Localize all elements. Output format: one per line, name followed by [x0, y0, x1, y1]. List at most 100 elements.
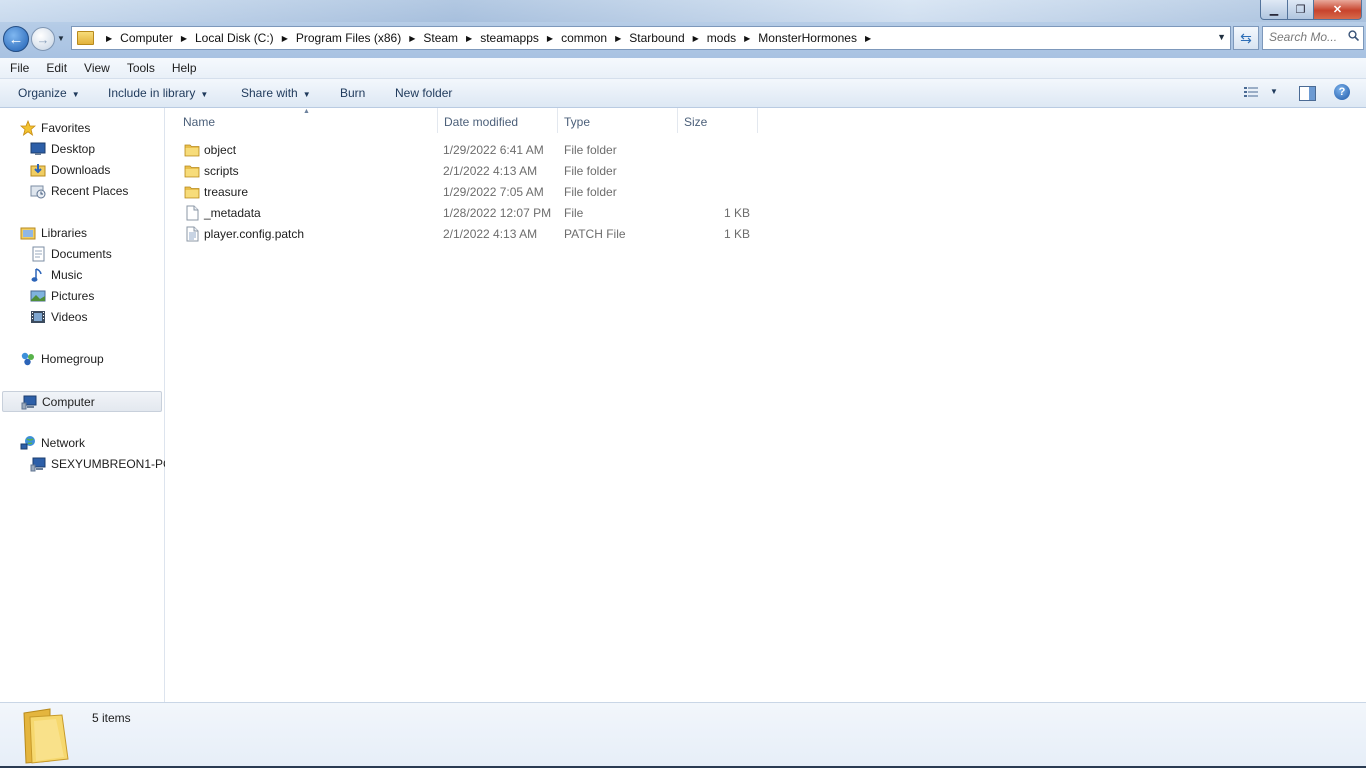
file-type: File folder [564, 185, 617, 199]
minimize-button[interactable]: ▁ [1260, 0, 1288, 20]
column-header-name[interactable]: Name [183, 115, 215, 129]
menu-tools[interactable]: Tools [117, 61, 162, 75]
breadcrumb-local-disk[interactable]: Local Disk (C:) [195, 31, 274, 45]
command-bar: Organize ▼ Include in library ▼ Share with… [0, 79, 1366, 108]
column-divider[interactable] [557, 108, 558, 133]
text-file-icon [186, 226, 199, 242]
maximize-button[interactable]: ❐ [1287, 0, 1314, 20]
organize-button[interactable]: Organize ▼ [18, 86, 80, 100]
file-date: 1/29/2022 6:41 AM [443, 143, 544, 157]
breadcrumb-steam[interactable]: Steam [423, 31, 458, 45]
include-in-library-button[interactable]: Include in library ▼ [108, 86, 208, 100]
recent-pages-dropdown[interactable]: ▼ [57, 34, 65, 43]
nav-item-desktop[interactable]: Desktop [0, 139, 162, 159]
close-button[interactable]: ✕ [1313, 0, 1362, 20]
menu-file[interactable]: File [0, 61, 36, 75]
breadcrumb-steamapps[interactable]: steamapps [480, 31, 539, 45]
nav-homegroup[interactable]: Homegroup [0, 349, 162, 369]
column-divider[interactable] [437, 108, 438, 133]
forward-button[interactable]: → [31, 27, 55, 51]
star-icon [20, 120, 36, 136]
chevron-right-icon[interactable]: ▶ [466, 34, 472, 43]
file-name: treasure [204, 185, 249, 199]
chevron-right-icon[interactable]: ▶ [282, 34, 288, 43]
column-header-size[interactable]: Size [684, 115, 707, 129]
nav-item-pictures[interactable]: Pictures [0, 286, 162, 306]
homegroup-icon [20, 351, 36, 367]
nav-network[interactable]: Network [0, 433, 162, 453]
nav-item-network-pc[interactable]: SEXYUMBREON1-PC [0, 454, 172, 474]
nav-favorites-label: Favorites [41, 121, 91, 135]
computer-icon [30, 456, 46, 472]
navigation-pane: Favorites Desktop Downloads Recent Place… [0, 108, 172, 702]
column-divider[interactable] [677, 108, 678, 133]
nav-network-label: Network [41, 436, 86, 450]
chevron-down-icon: ▼ [200, 90, 209, 99]
file-row[interactable]: treasure 1/29/2022 7:05 AM File folder [180, 182, 760, 203]
nav-item-documents[interactable]: Documents [0, 244, 162, 264]
menu-view[interactable]: View [74, 61, 117, 75]
nav-item-videos[interactable]: Videos [0, 307, 162, 327]
breadcrumb-mods[interactable]: mods [707, 31, 736, 45]
nav-libraries[interactable]: Libraries [0, 223, 162, 243]
search-box[interactable] [1262, 26, 1364, 50]
nav-item-downloads[interactable]: Downloads [0, 160, 162, 180]
chevron-right-icon[interactable]: ▶ [181, 34, 187, 43]
nav-item-recent-places[interactable]: Recent Places [0, 181, 162, 201]
menu-help[interactable]: Help [162, 61, 204, 75]
music-icon [30, 267, 46, 283]
nav-computer[interactable]: Computer [2, 391, 162, 412]
chevron-down-icon: ▼ [302, 90, 311, 99]
menu-bar: File Edit View Tools Help [0, 58, 1366, 79]
chevron-right-icon[interactable]: ▶ [615, 34, 621, 43]
chevron-right-icon[interactable]: ▶ [865, 34, 871, 43]
nav-favorites[interactable]: Favorites [0, 118, 162, 138]
nav-item-label: Recent Places [51, 184, 129, 198]
back-button[interactable]: ← [3, 26, 29, 52]
chevron-right-icon[interactable]: ▶ [409, 34, 415, 43]
nav-item-label: SEXYUMBREON1-PC [51, 457, 172, 471]
breadcrumb-common[interactable]: common [561, 31, 607, 45]
chevron-right-icon[interactable]: ▶ [744, 34, 750, 43]
recent-places-icon [30, 183, 46, 199]
share-with-label: Share with [241, 86, 298, 100]
views-icon[interactable] [1244, 86, 1258, 98]
file-date: 1/28/2022 12:07 PM [443, 206, 552, 220]
breadcrumb-starbound[interactable]: Starbound [629, 31, 684, 45]
share-with-button[interactable]: Share with ▼ [241, 86, 311, 100]
breadcrumb-computer[interactable]: Computer [120, 31, 173, 45]
nav-item-label: Pictures [51, 289, 95, 303]
address-dropdown-icon[interactable]: ▼ [1217, 32, 1226, 42]
column-header-date-modified[interactable]: Date modified [444, 115, 518, 129]
views-dropdown-icon[interactable]: ▼ [1270, 87, 1278, 96]
file-type: File folder [564, 164, 617, 178]
chevron-right-icon[interactable]: ▶ [106, 34, 112, 43]
pictures-icon [30, 288, 46, 304]
file-icon [186, 205, 199, 221]
breadcrumb-program-files[interactable]: Program Files (x86) [296, 31, 401, 45]
file-row[interactable]: player.config.patch 2/1/2022 4:13 AM PAT… [180, 224, 760, 245]
new-folder-button[interactable]: New folder [395, 86, 452, 100]
burn-button[interactable]: Burn [340, 86, 365, 100]
help-icon[interactable]: ? [1334, 84, 1350, 100]
nav-item-music[interactable]: Music [0, 265, 162, 285]
nav-homegroup-label: Homegroup [41, 352, 104, 366]
file-size: 1 KB [723, 227, 750, 241]
file-row[interactable]: scripts 2/1/2022 4:13 AM File folder [180, 161, 760, 182]
preview-pane-icon[interactable] [1299, 86, 1316, 101]
nav-item-label: Downloads [51, 163, 111, 177]
column-header-type[interactable]: Type [564, 115, 590, 129]
nav-item-label: Desktop [51, 142, 96, 156]
chevron-right-icon[interactable]: ▶ [693, 34, 699, 43]
address-bar[interactable]: ▶ Computer ▶ Local Disk (C:) ▶ Program F… [71, 26, 1231, 50]
chevron-right-icon[interactable]: ▶ [547, 34, 553, 43]
refresh-button[interactable]: ⇆ [1233, 26, 1259, 50]
file-row[interactable]: object 1/29/2022 6:41 AM File folder [180, 140, 760, 161]
breadcrumb-monsterhormones[interactable]: MonsterHormones [758, 31, 857, 45]
menu-edit[interactable]: Edit [36, 61, 74, 75]
file-row[interactable]: _metadata 1/28/2022 12:07 PM File 1 KB [180, 203, 760, 224]
folder-icon [77, 31, 94, 45]
search-input[interactable] [1269, 30, 1341, 44]
column-divider[interactable] [757, 108, 758, 133]
documents-icon [30, 246, 46, 262]
